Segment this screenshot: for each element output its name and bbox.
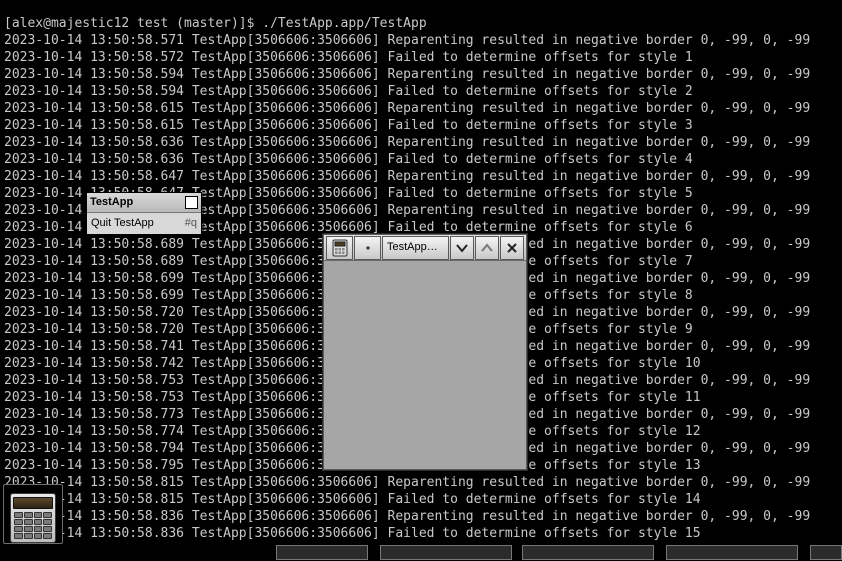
taskbar-slot[interactable] <box>380 545 512 560</box>
taskbar-slot[interactable] <box>810 545 842 560</box>
window-title: TestApp… <box>382 236 449 260</box>
testapp-window[interactable]: TestApp… <box>323 234 527 470</box>
taskbar-slot[interactable] <box>666 545 798 560</box>
calculator-icon <box>10 493 56 543</box>
app-menu-title: TestApp <box>90 194 133 211</box>
taskbar-slot[interactable] <box>276 545 368 560</box>
maximize-button[interactable] <box>475 236 499 260</box>
menu-item-quit[interactable]: Quit TestApp #q <box>87 213 201 234</box>
taskbar-slot[interactable] <box>522 545 654 560</box>
calculator-icon <box>331 239 349 257</box>
window-content <box>325 262 525 468</box>
app-menu-titlebar[interactable]: TestApp <box>87 193 201 213</box>
close-icon <box>505 241 519 255</box>
close-icon[interactable] <box>185 196 198 209</box>
chevron-up-icon <box>480 241 494 255</box>
app-menu: TestApp Quit TestApp #q <box>86 192 202 235</box>
menu-item-label: Quit TestApp <box>91 215 154 232</box>
dot-icon <box>363 243 373 253</box>
app-icon[interactable] <box>326 236 353 260</box>
window-title-text: TestApp… <box>387 239 438 256</box>
dock-app-icon[interactable] <box>3 484 63 544</box>
menu-indicator-icon[interactable] <box>354 236 381 260</box>
chevron-down-icon <box>455 241 469 255</box>
menu-item-shortcut: #q <box>185 215 197 232</box>
taskbar[interactable] <box>0 544 842 561</box>
minimize-button[interactable] <box>450 236 474 260</box>
window-titlebar[interactable]: TestApp… <box>324 235 526 261</box>
close-button[interactable] <box>500 236 524 260</box>
